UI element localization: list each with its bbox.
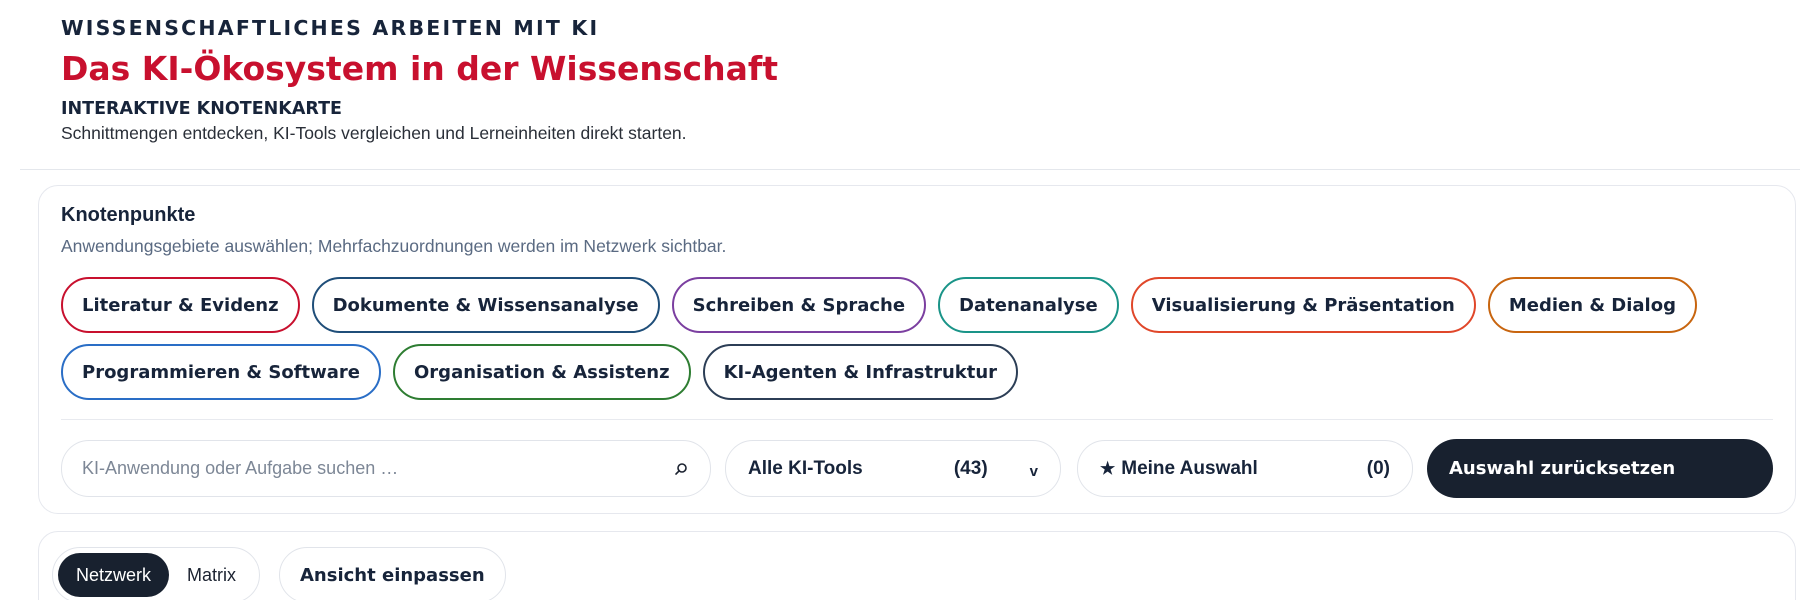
header-divider [20,169,1800,170]
tools-filter-count: (43) [953,457,988,479]
view-toggle: Netzwerk Matrix [52,547,261,600]
node-chip-medien-dialog[interactable]: Medien & Dialog [1487,277,1697,333]
eyebrow-label: WISSENSCHAFTLICHES ARBEITEN MIT KI [61,16,600,40]
node-chip-visualisierung-praesentation[interactable]: Visualisierung & Präsentation [1130,277,1476,333]
node-chip-list: Literatur & Evidenz Dokumente & Wissensa… [61,277,1761,400]
tab-matrix[interactable]: Matrix [169,553,254,597]
search-icon[interactable] [672,460,690,478]
tools-filter-dropdown[interactable]: Alle KI-Tools (43) v [725,440,1061,497]
tab-netzwerk[interactable]: Netzwerk [58,553,170,597]
page-header: WISSENSCHAFTLICHES ARBEITEN MIT KI Das K… [61,14,1561,145]
star-icon: ★ [1100,458,1116,478]
nodes-panel: Knotenpunkte Anwendungsgebiete auswählen… [38,185,1796,514]
reset-selection-button[interactable]: Auswahl zurücksetzen [1427,439,1773,498]
my-selection-button[interactable]: ★ Meine Auswahl (0) [1077,440,1413,497]
node-chip-programmieren-software[interactable]: Programmieren & Software [61,344,381,400]
nodes-panel-title: Knotenpunkte [61,204,196,226]
panel-divider [61,419,1773,420]
node-chip-datenanalyse[interactable]: Datenanalyse [938,277,1119,333]
page-description: Schnittmengen entdecken, KI-Tools vergle… [61,123,687,143]
node-chip-dokumente-wissensanalyse[interactable]: Dokumente & Wissensanalyse [311,277,660,333]
view-panel: Netzwerk Matrix Ansicht einpassen [38,531,1796,600]
chevron-down-icon: v [1029,463,1038,480]
fit-view-button[interactable]: Ansicht einpassen [279,547,506,600]
node-chip-schreiben-sprache[interactable]: Schreiben & Sprache [671,277,927,333]
my-selection-count: (0) [1366,457,1390,479]
node-chip-literatur-evidenz[interactable]: Literatur & Evidenz [61,277,300,333]
node-chip-ki-agenten-infrastruktur[interactable]: KI-Agenten & Infrastruktur [702,344,1019,400]
search-box [61,440,711,497]
tools-filter-label: Alle KI-Tools [748,457,863,479]
search-input[interactable] [82,458,672,479]
page-subtitle: INTERAKTIVE KNOTENKARTE [61,99,342,119]
nodes-panel-description: Anwendungsgebiete auswählen; Mehrfachzuo… [61,236,727,256]
my-selection-label: Meine Auswahl [1121,457,1258,479]
page-title: Das KI-Ökosystem in der Wissenschaft [61,49,778,88]
node-chip-organisation-assistenz[interactable]: Organisation & Assistenz [393,344,691,400]
